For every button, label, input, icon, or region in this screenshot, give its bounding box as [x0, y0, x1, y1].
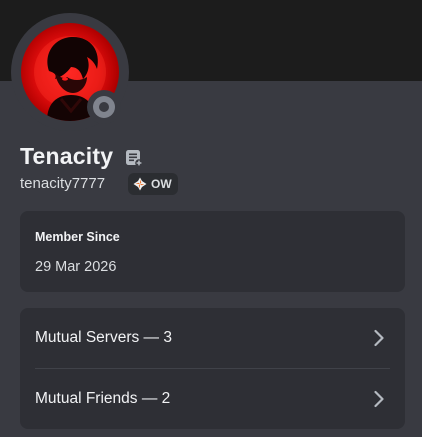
member-since-heading: Member Since [35, 230, 120, 244]
mutuals-card: Mutual Servers — 3 Mutual Friends — 2 [20, 308, 405, 429]
member-since-date: 29 Mar 2026 [35, 259, 117, 275]
mutual-servers-label: Mutual Servers — 3 [35, 329, 172, 346]
mutual-friends-label: Mutual Friends — 2 [35, 390, 171, 407]
status-dot-center [99, 102, 109, 112]
mutual-servers-row[interactable]: Mutual Servers — 3 [20, 308, 405, 368]
chevron-right-icon [374, 390, 384, 408]
chevron-right-icon [374, 329, 384, 347]
guild-tag-badge[interactable]: OW [128, 173, 178, 195]
guild-tag-icon [133, 177, 147, 191]
guild-tag-text: OW [151, 177, 172, 191]
username: tenacity7777 [20, 175, 106, 192]
note-icon[interactable] [125, 149, 143, 167]
member-since-card: Member Since 29 Mar 2026 [20, 211, 405, 292]
display-name: Tenacity [20, 143, 114, 169]
mutual-friends-row[interactable]: Mutual Friends — 2 [20, 369, 405, 429]
